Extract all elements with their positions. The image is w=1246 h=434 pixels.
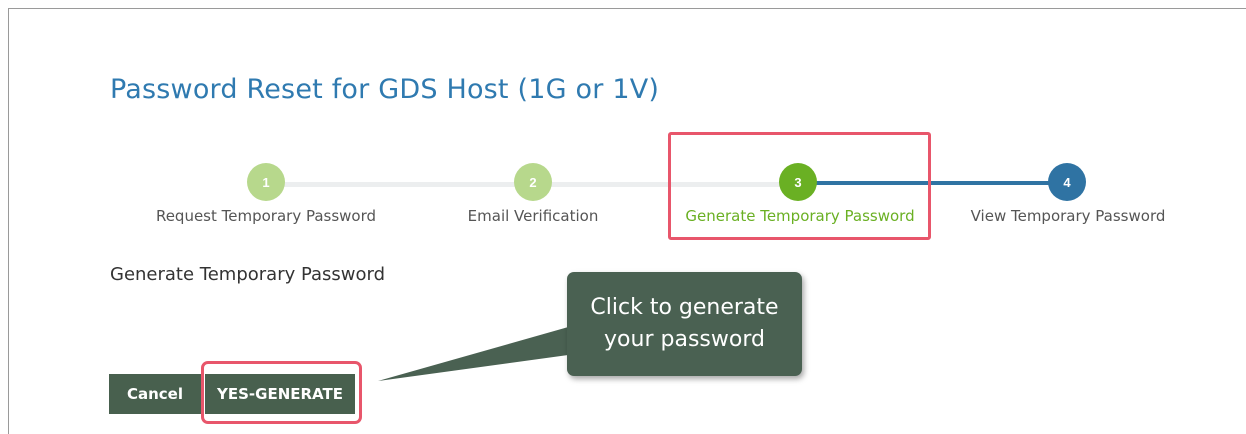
callout-tooltip: Click to generate your password xyxy=(567,272,802,376)
generate-button-highlight xyxy=(201,361,362,424)
cancel-button[interactable]: Cancel xyxy=(109,374,201,414)
